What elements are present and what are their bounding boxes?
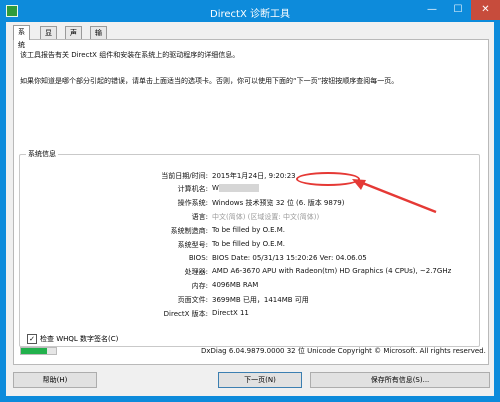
info-value: To be filled by O.E.M.: [212, 240, 286, 248]
title-bar[interactable]: DirectX 诊断工具 — ☐ ✕: [0, 0, 500, 22]
whql-check[interactable]: ✓ 检查 WHQL 数字签名(C): [27, 334, 118, 344]
info-value: BIOS Date: 05/31/13 15:20:26 Ver: 04.06.…: [212, 254, 367, 262]
maximize-button[interactable]: ☐: [445, 0, 471, 20]
info-value: DirectX 11: [212, 309, 249, 317]
info-row-directx: DirectX 版本: DirectX 11: [20, 309, 481, 320]
info-row-memory: 内存: 4096MB RAM: [20, 281, 481, 292]
tab-display[interactable]: 显示: [40, 26, 57, 50]
info-label: 系统制造商:: [170, 227, 208, 235]
system-info-title: 系统信息: [26, 149, 58, 159]
info-label: 内存:: [191, 282, 208, 290]
save-all-info-button[interactable]: 保存所有信息(S)...: [310, 372, 490, 388]
minimize-button[interactable]: —: [419, 0, 445, 20]
os-text: Windows 技术预览 32 位 (6.: [212, 199, 306, 207]
info-label: 语言:: [191, 213, 208, 221]
tab-sound[interactable]: 声音: [65, 26, 82, 50]
info-value: 3699MB 已用，1414MB 可用: [212, 296, 309, 304]
info-row-model: 系统型号: To be filled by O.E.M.: [20, 240, 481, 251]
info-label: 当前日期/时间:: [161, 172, 208, 180]
info-value: 中文(简体) (区域设置: 中文(简体)): [212, 213, 320, 221]
tab-system[interactable]: 系统: [13, 25, 30, 49]
info-value: AMD A6-3670 APU with Radeon(tm) HD Graph…: [212, 267, 452, 275]
whql-checkbox[interactable]: ✓: [27, 334, 37, 344]
info-value: Windows 技术预览 32 位 (6. 版本 9879): [212, 198, 344, 208]
info-row-processor: 处理器: AMD A6-3670 APU with Radeon(tm) HD …: [20, 267, 481, 278]
intro-help-text: 如果你知道是哪个部分引起的错误，请单击上面适当的选项卡。否则，你可以使用下面的“…: [20, 77, 399, 85]
info-value: To be filled by O.E.M.: [212, 226, 286, 234]
info-value: W: [212, 184, 259, 192]
info-label: DirectX 版本:: [163, 310, 208, 318]
next-page-button[interactable]: 下一页(N): [218, 372, 302, 388]
info-row-bios: BIOS: BIOS Date: 05/31/13 15:20:26 Ver: …: [20, 254, 481, 265]
info-label: 计算机名:: [177, 185, 208, 193]
progress-fill: [21, 348, 48, 354]
os-build-highlight: 版本 9879): [307, 199, 345, 207]
tab-input[interactable]: 输入: [90, 26, 107, 50]
info-value: 4096MB RAM: [212, 281, 259, 289]
info-label: BIOS:: [188, 254, 208, 262]
computer-name-text: W: [212, 184, 219, 192]
info-label: 系统型号:: [177, 241, 208, 249]
version-copyright-text: DxDiag 6.04.9879.0000 32 位 Unicode Copyr…: [201, 347, 486, 355]
progress-bar: [20, 347, 57, 355]
dxdiag-window: DirectX 诊断工具 — ☐ ✕ 系统 显示 声音 输入 该工具报告有关 D…: [0, 0, 500, 402]
info-label: 处理器:: [184, 268, 208, 276]
info-row-page-file: 页面文件: 3699MB 已用，1414MB 可用: [20, 295, 481, 306]
info-row-manufacturer: 系统制造商: To be filled by O.E.M.: [20, 226, 481, 237]
help-button[interactable]: 帮助(H): [13, 372, 97, 388]
info-label: 页面文件:: [177, 296, 208, 304]
info-label: 操作系统:: [177, 199, 208, 207]
redacted-region: [218, 184, 259, 192]
intro-text: 该工具报告有关 DirectX 组件和安装在系统上的驱动程序的详细信息。: [20, 51, 240, 59]
whql-label[interactable]: 检查 WHQL 数字签名(C): [40, 335, 118, 343]
info-value: 2015年1月24日, 9:20:23: [212, 172, 296, 180]
close-button[interactable]: ✕: [471, 0, 500, 20]
red-arrow-icon: [352, 179, 437, 214]
